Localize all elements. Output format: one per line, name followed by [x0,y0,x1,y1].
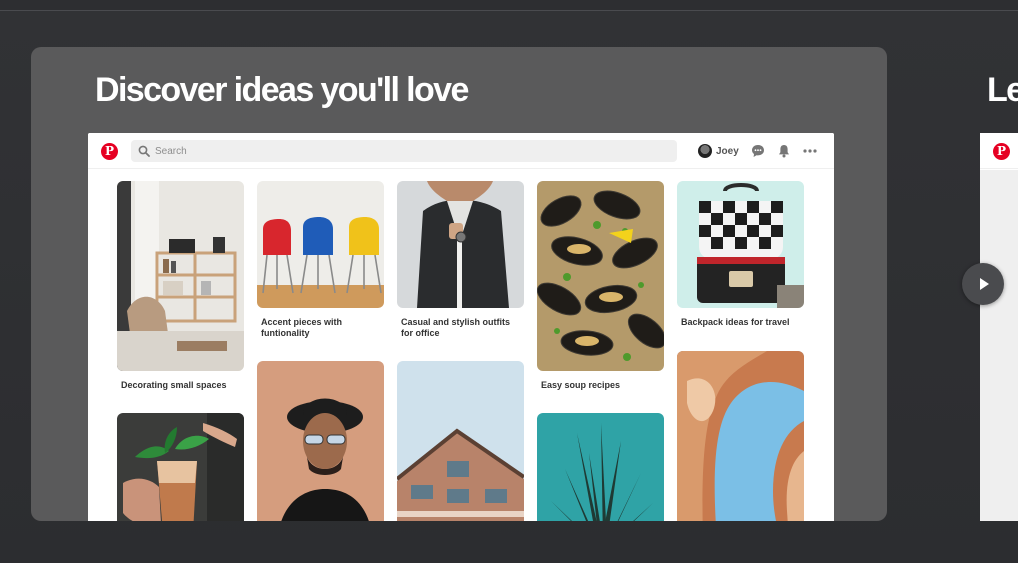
pin-image-portrait-hat [257,361,384,521]
more-icon[interactable] [802,143,818,159]
chat-icon[interactable] [750,143,766,159]
pin-card[interactable]: Accent pieces with funtionality [257,181,384,339]
pin-image-living-room [117,181,244,371]
pin-caption: Casual and stylish outfits for office [401,317,511,338]
slide-title: Discover ideas you'll love [95,71,469,109]
pin-image-outfit [397,181,524,308]
play-arrow-icon [980,278,989,290]
pin-image-plant [537,413,664,521]
search-icon [138,145,150,157]
next-slide-navbar: P [980,133,1018,169]
pin-caption: Decorating small spaces [121,380,227,390]
pin-card[interactable]: Casual and stylish outfits for office [397,181,524,339]
pin-image-house [397,361,524,521]
pin-caption: Easy soup recipes [541,380,621,390]
pin-card[interactable] [677,351,804,521]
app-preview-window: P Joey [88,133,834,521]
avatar [698,144,712,158]
next-slide-title: Le [987,71,1018,109]
pin-image-mussels [537,181,664,371]
app-navbar: P Joey [88,133,834,169]
pin-card[interactable] [257,361,384,521]
next-slide-button[interactable] [962,263,1004,305]
pin-card[interactable]: Backpack ideas for travel [677,181,804,328]
search-bar[interactable] [131,140,677,162]
pin-caption: Accent pieces with funtionality [261,317,343,338]
pin-caption: Backpack ideas for travel [681,317,790,327]
pinterest-logo-icon[interactable]: P [101,143,118,160]
pin-image-backpack [677,181,804,308]
pin-card[interactable] [537,413,664,521]
pin-image-rock-arch [677,351,804,521]
user-name: Joey [716,145,739,157]
pin-card[interactable] [397,361,524,521]
pin-card[interactable]: Easy soup recipes [537,181,664,391]
pin-card[interactable]: Decorating small spaces [117,181,244,391]
slide-card: Discover ideas you'll love P Joey [31,47,887,521]
search-input[interactable] [155,140,665,162]
next-slide-body [980,170,1018,521]
next-slide-preview: P [980,133,1018,521]
pin-grid: Decorating small spaces Accent pieces wi… [117,181,817,521]
user-profile-button[interactable]: Joey [698,143,739,159]
pinterest-logo-icon: P [993,143,1010,160]
pin-image-cocktail [117,413,244,521]
pin-card[interactable] [117,413,244,521]
bell-icon[interactable] [776,143,792,159]
pin-image-chairs [257,181,384,308]
